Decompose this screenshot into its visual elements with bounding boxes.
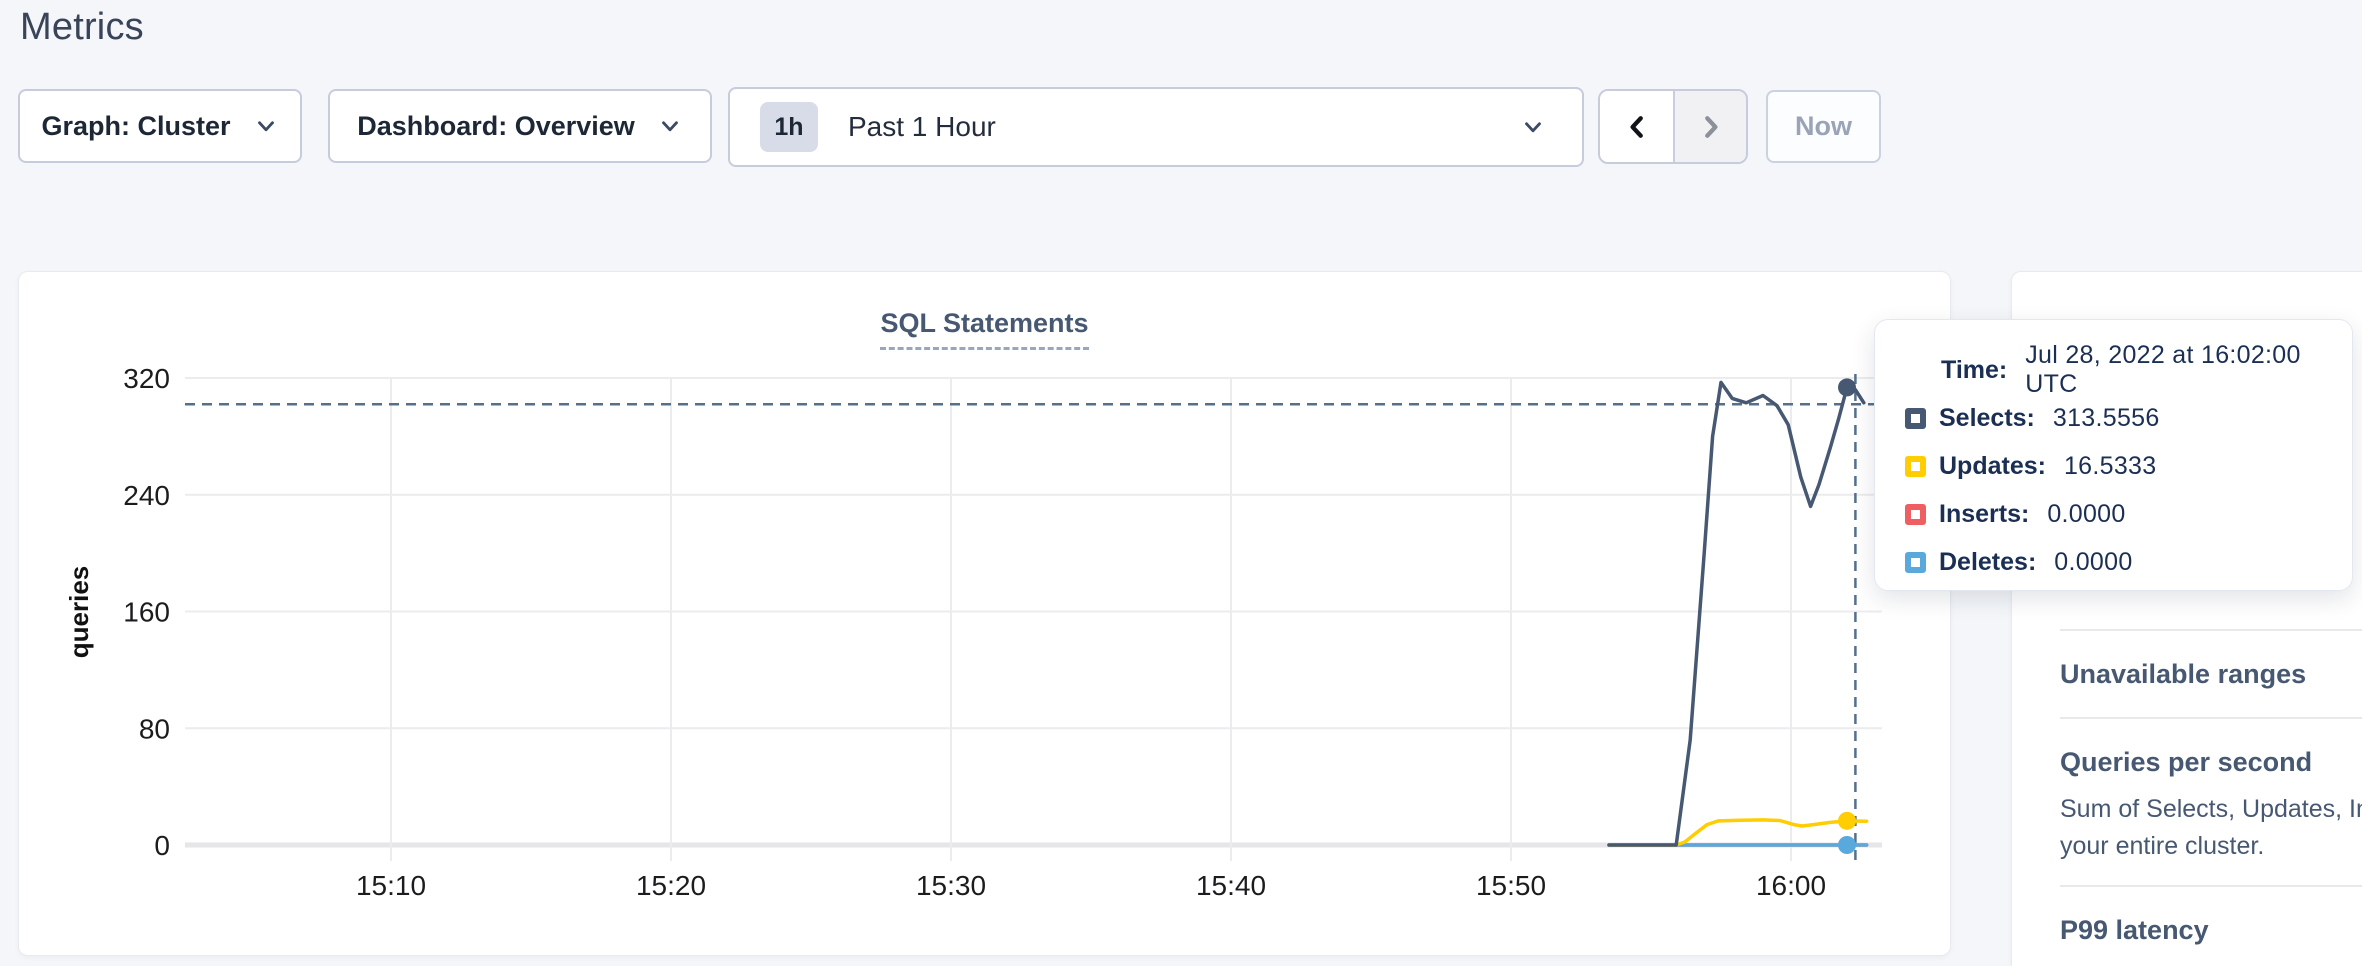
now-button[interactable]: Now <box>1766 90 1881 163</box>
dashboard-dropdown[interactable]: Dashboard: Overview <box>328 89 712 163</box>
tooltip-series-row: Inserts: 0.0000 <box>1905 490 2352 538</box>
deletes-series-swatch-icon <box>1905 552 1926 573</box>
sidebar-divider <box>2060 717 2362 719</box>
sql-statements-chart-card: SQL Statements <box>18 271 1951 956</box>
graph-scope-dropdown-label: Graph: Cluster <box>41 111 230 142</box>
chevron-right-icon <box>1696 112 1726 142</box>
chart-title[interactable]: SQL Statements <box>880 308 1088 350</box>
page-title: Metrics <box>20 6 144 49</box>
tooltip-series-row: Deletes: 0.0000 <box>1905 538 2352 586</box>
chevron-down-icon <box>1520 114 1546 140</box>
dashboard-dropdown-label: Dashboard: Overview <box>357 111 635 142</box>
tooltip-time-label: Time: <box>1941 356 2007 385</box>
tooltip-series-row: Updates: 16.5333 <box>1905 442 2352 490</box>
time-shift-forward-button[interactable] <box>1673 91 1746 162</box>
now-button-label: Now <box>1795 111 1852 142</box>
sidebar-item-p99-latency[interactable]: P99 latency <box>2060 913 2362 947</box>
time-range-selector[interactable]: 1h Past 1 Hour <box>728 87 1584 167</box>
updates-series-swatch-icon <box>1905 456 1926 477</box>
sidebar-item-description: Sum of Selects, Updates, Inser your enti… <box>2060 791 2362 865</box>
time-shift-group <box>1598 89 1748 164</box>
time-range-badge: 1h <box>760 102 818 152</box>
inserts-series-swatch-icon <box>1905 504 1926 525</box>
chart-hover-tooltip: Time: Jul 28, 2022 at 16:02:00 UTC Selec… <box>1874 319 2353 591</box>
sidebar-divider <box>2060 885 2362 887</box>
sidebar-item-queries-per-second[interactable]: Queries per second <box>2060 745 2362 779</box>
chevron-down-icon <box>253 113 279 139</box>
tooltip-time-row: Time: Jul 28, 2022 at 16:02:00 UTC <box>1905 346 2352 394</box>
tooltip-time-value: Jul 28, 2022 at 16:02:00 UTC <box>2025 341 2352 399</box>
time-shift-back-button[interactable] <box>1600 91 1673 162</box>
sidebar-item-unavailable-ranges[interactable]: Unavailable ranges <box>2060 657 2362 691</box>
sidebar-divider <box>2060 629 2362 631</box>
selects-series-swatch-icon <box>1905 408 1926 429</box>
time-range-label: Past 1 Hour <box>848 111 1520 143</box>
chevron-left-icon <box>1622 112 1652 142</box>
chevron-down-icon <box>657 113 683 139</box>
graph-scope-dropdown[interactable]: Graph: Cluster <box>18 89 302 163</box>
tooltip-series-row: Selects: 313.5556 <box>1905 394 2352 442</box>
